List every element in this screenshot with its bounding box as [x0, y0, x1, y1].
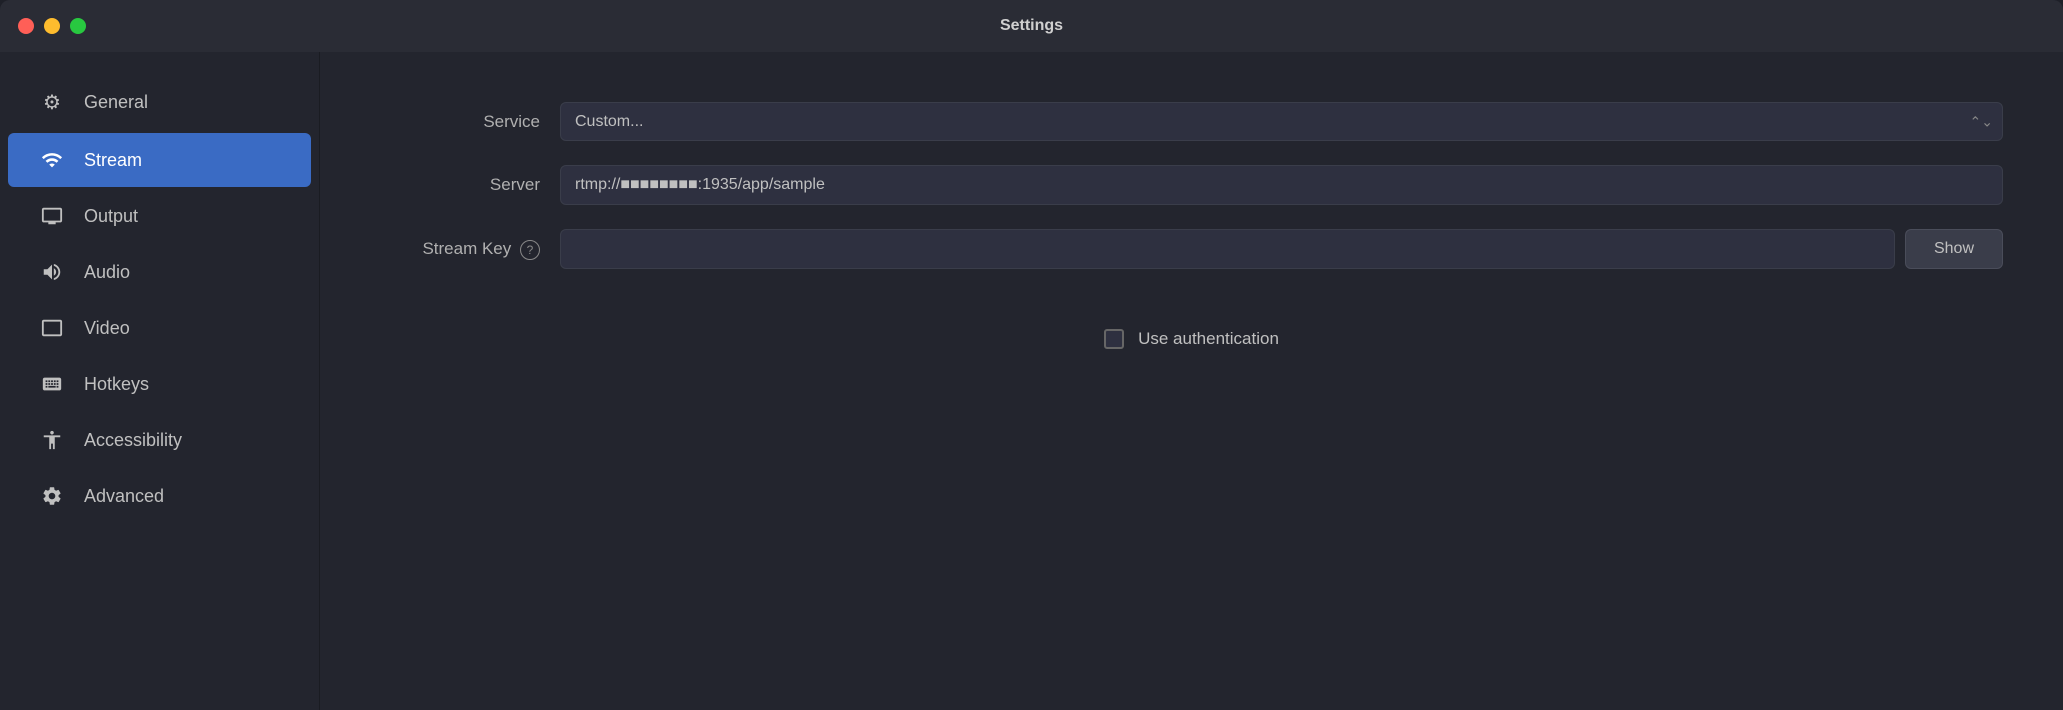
server-label: Server [380, 175, 540, 195]
maximize-button[interactable] [70, 18, 86, 34]
stream-key-row: Stream Key ? Show [380, 229, 2003, 269]
auth-checkbox[interactable] [1104, 329, 1124, 349]
window-title: Settings [1000, 17, 1063, 35]
sidebar-item-label: Accessibility [84, 430, 182, 451]
stream-icon [38, 149, 66, 171]
content-area: Service Custom... Twitch YouTube Faceboo… [320, 52, 2063, 710]
service-control-wrap: Custom... Twitch YouTube Facebook Live ⌃… [560, 102, 2003, 141]
sidebar-item-video[interactable]: Video [8, 301, 311, 355]
titlebar: Settings [0, 0, 2063, 52]
auth-label[interactable]: Use authentication [1138, 329, 1279, 349]
sidebar-item-general[interactable]: General [8, 74, 311, 131]
server-input[interactable] [560, 165, 2003, 205]
sidebar-item-label: Output [84, 206, 138, 227]
stream-key-wrap: Show [560, 229, 2003, 269]
main-content: General Stream Output [0, 52, 2063, 710]
service-select[interactable]: Custom... Twitch YouTube Facebook Live [560, 102, 2003, 141]
hotkeys-icon [38, 373, 66, 395]
sidebar-item-advanced[interactable]: Advanced [8, 469, 311, 523]
settings-window: Settings General Stream [0, 0, 2063, 710]
sidebar-item-label: Audio [84, 262, 130, 283]
video-icon [38, 317, 66, 339]
sidebar-item-hotkeys[interactable]: Hotkeys [8, 357, 311, 411]
sidebar-item-stream[interactable]: Stream [8, 133, 311, 187]
sidebar-item-output[interactable]: Output [8, 189, 311, 243]
sidebar-item-label: Hotkeys [84, 374, 149, 395]
close-button[interactable] [18, 18, 34, 34]
sidebar: General Stream Output [0, 52, 320, 710]
sidebar-item-label: Stream [84, 150, 142, 171]
service-row: Service Custom... Twitch YouTube Faceboo… [380, 102, 2003, 141]
help-icon[interactable]: ? [520, 240, 540, 260]
output-icon [38, 205, 66, 227]
server-control-wrap [560, 165, 2003, 205]
audio-icon [38, 261, 66, 283]
service-label: Service [380, 112, 540, 132]
sidebar-item-label: General [84, 92, 148, 113]
advanced-icon [38, 485, 66, 507]
sidebar-item-label: Video [84, 318, 130, 339]
traffic-lights [18, 18, 86, 34]
sidebar-item-label: Advanced [84, 486, 164, 507]
sidebar-item-audio[interactable]: Audio [8, 245, 311, 299]
accessibility-icon [38, 429, 66, 451]
stream-key-label: Stream Key ? [380, 239, 540, 260]
service-select-wrap: Custom... Twitch YouTube Facebook Live ⌃… [560, 102, 2003, 141]
sidebar-item-accessibility[interactable]: Accessibility [8, 413, 311, 467]
minimize-button[interactable] [44, 18, 60, 34]
auth-section: Use authentication [380, 329, 2003, 349]
server-row: Server [380, 165, 2003, 205]
stream-key-input[interactable] [560, 229, 1895, 269]
gear-icon [38, 90, 66, 115]
show-stream-key-button[interactable]: Show [1905, 229, 2003, 269]
